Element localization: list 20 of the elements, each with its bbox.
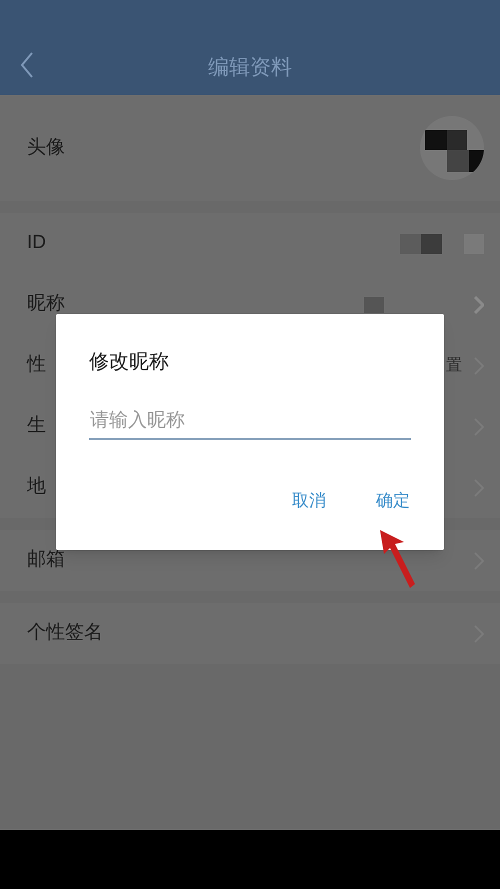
row-label: 性 [27,353,46,378]
dialog-title: 修改昵称 [89,350,170,375]
settings-row[interactable]: 个性签名 [0,603,500,664]
page-title: 编辑资料 [208,54,292,81]
row-value: 置 [446,356,462,376]
confirm-button[interactable]: 确定 [376,488,410,514]
row-label: 邮箱 [27,548,65,572]
cancel-button[interactable]: 取消 [292,488,326,514]
row-label: 个性签名 [27,621,103,646]
row-label: 地 [27,475,46,500]
blurred-value [400,234,442,254]
settings-row[interactable]: 头像 [0,95,500,201]
row-label: 生 [27,414,46,438]
settings-row[interactable]: ID [0,213,500,274]
row-label: 头像 [27,136,65,160]
row-label: 昵称 [27,292,65,316]
blurred-value [364,296,384,312]
back-icon[interactable] [20,52,34,78]
nickname-input[interactable]: 请输入昵称 [89,404,411,440]
row-label: ID [27,231,46,256]
